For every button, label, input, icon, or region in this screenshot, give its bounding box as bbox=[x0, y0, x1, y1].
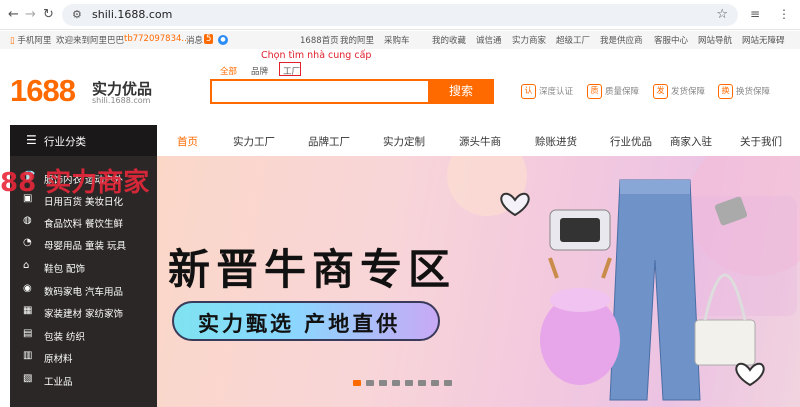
carousel-dot[interactable] bbox=[405, 380, 413, 386]
category-item-industrial[interactable]: ▧ 工业品 bbox=[10, 370, 157, 392]
topbar-link-my-ali[interactable]: 我的阿里 bbox=[340, 34, 374, 46]
food-icon: ◍ bbox=[23, 215, 32, 226]
search-button[interactable]: 搜索 bbox=[428, 79, 494, 104]
topbar-link-service[interactable]: 客服中心 bbox=[654, 34, 688, 46]
search-tab-brand[interactable]: 品牌 bbox=[251, 65, 268, 77]
topbar-link-super-factory[interactable]: 超级工厂 bbox=[556, 34, 590, 46]
clock-icon: 发 bbox=[653, 84, 668, 99]
home-icon: ▦ bbox=[23, 305, 33, 316]
carousel-dot[interactable] bbox=[379, 380, 387, 386]
back-icon[interactable]: ← bbox=[8, 7, 19, 23]
nav-home[interactable]: 首页 bbox=[177, 134, 198, 149]
carousel-dot[interactable] bbox=[418, 380, 426, 386]
messages-badge[interactable]: 5 bbox=[204, 34, 214, 44]
guarantee-shipping[interactable]: 发发货保障 bbox=[653, 84, 705, 99]
search-tab-all[interactable]: 全部 bbox=[220, 65, 237, 77]
topbar-link-favorites[interactable]: 我的收藏 bbox=[432, 34, 466, 46]
category-item-baby[interactable]: ◔ 母婴用品 童装 玩具 bbox=[10, 234, 157, 256]
topbar-link-accessibility[interactable]: 网站无障碍 bbox=[742, 34, 785, 46]
nav-merchant-join[interactable]: 商家入驻 bbox=[670, 134, 712, 149]
shoe-icon: ⌂ bbox=[23, 260, 30, 271]
banner-title: 新晋牛商专区 bbox=[168, 245, 457, 294]
logo-domain: shili.1688.com bbox=[92, 96, 151, 105]
logo-1688[interactable]: 1688 bbox=[10, 73, 76, 109]
nav-custom[interactable]: 实力定制 bbox=[383, 134, 425, 149]
messages-label[interactable]: 消息 bbox=[186, 34, 203, 46]
package-icon: ▤ bbox=[23, 328, 33, 339]
phone-link[interactable]: ▯ 手机阿里 bbox=[10, 34, 51, 46]
exchange-icon: 换 bbox=[718, 84, 733, 99]
browser-toolbar: ← → ↻ ⚙ shili.1688.com ☆ ≡ ⋮ bbox=[0, 0, 800, 30]
camera-icon: ◉ bbox=[23, 283, 32, 294]
guarantee-exchange[interactable]: 换换货保障 bbox=[718, 84, 770, 99]
carousel-dot[interactable] bbox=[431, 380, 439, 386]
annotation-label: Chọn tìm nhà cung cấp bbox=[261, 50, 372, 61]
nav-source-merchant[interactable]: 源头牛商 bbox=[459, 134, 501, 149]
quality-icon: 质 bbox=[587, 84, 602, 99]
nav-strong-factory[interactable]: 实力工厂 bbox=[233, 134, 275, 149]
baby-icon: ◔ bbox=[23, 237, 32, 248]
guarantee-quality[interactable]: 质质量保障 bbox=[587, 84, 639, 99]
shield-icon: 认 bbox=[521, 84, 536, 99]
category-item-home[interactable]: ▦ 家装建材 家纺家饰 bbox=[10, 302, 157, 324]
topbar-link-trustpass[interactable]: 诚信通 bbox=[476, 34, 502, 46]
topbar-link-supplier[interactable]: 我是供应商 bbox=[600, 34, 643, 46]
menu-kebab-icon[interactable]: ⋮ bbox=[778, 7, 790, 21]
notification-icon[interactable]: ● bbox=[218, 35, 228, 45]
banner-overlay-text: 88 实力商家 bbox=[0, 168, 150, 198]
nav-about[interactable]: 关于我们 bbox=[740, 134, 782, 149]
phone-icon: ▯ bbox=[10, 36, 15, 46]
username-link[interactable]: tb772097834... bbox=[124, 34, 190, 44]
topbar-link-cart[interactable]: 采购车 bbox=[384, 34, 410, 46]
category-item-materials[interactable]: ▥ 原材料 bbox=[10, 347, 157, 369]
address-bar[interactable]: ⚙ shili.1688.com ☆ bbox=[62, 4, 738, 26]
category-header-label: 行业分类 bbox=[44, 136, 86, 148]
category-item-digital[interactable]: ◉ 数码家电 汽车用品 bbox=[10, 280, 157, 302]
category-header[interactable]: ☰ 行业分类 bbox=[10, 125, 157, 156]
topbar-link-site-nav[interactable]: 网站导航 bbox=[698, 34, 732, 46]
topbar-link-strong-merchant[interactable]: 实力商家 bbox=[512, 34, 546, 46]
nav-brand-factory[interactable]: 品牌工厂 bbox=[308, 134, 350, 149]
banner-products-illustration bbox=[500, 179, 765, 401]
carousel-dot[interactable] bbox=[366, 380, 374, 386]
reload-icon[interactable]: ↻ bbox=[43, 7, 54, 23]
carousel-dot[interactable] bbox=[353, 380, 361, 386]
nav-credit-purchase[interactable]: 赊账进货 bbox=[535, 134, 577, 149]
top-link-bar: ▯ 手机阿里 欢迎来到阿里巴巴 tb772097834... 消息 5 ● 16… bbox=[0, 31, 800, 49]
bookmark-star-icon[interactable]: ☆ bbox=[716, 7, 728, 22]
playlist-icon[interactable]: ≡ bbox=[750, 7, 760, 21]
category-item-package[interactable]: ▤ 包装 纺织 bbox=[10, 325, 157, 347]
category-item-shoes[interactable]: ⌂ 鞋包 配饰 bbox=[10, 257, 157, 279]
carousel-dot[interactable] bbox=[392, 380, 400, 386]
forward-icon[interactable]: → bbox=[25, 7, 36, 23]
menu-icon: ☰ bbox=[26, 133, 37, 147]
category-item-food[interactable]: ◍ 食品饮料 餐饮生鲜 bbox=[10, 212, 157, 234]
search-tab-factory[interactable]: 工厂 bbox=[283, 65, 300, 77]
site-info-icon[interactable]: ⚙ bbox=[72, 8, 82, 21]
industry-icon: ▧ bbox=[23, 373, 33, 384]
search-input[interactable] bbox=[210, 79, 428, 104]
carousel-dot[interactable] bbox=[444, 380, 452, 386]
topbar-link-home[interactable]: 1688首页 bbox=[300, 34, 339, 46]
banner-pill-text: 实力甄选 产地直供 bbox=[198, 312, 401, 336]
url-text[interactable]: shili.1688.com bbox=[92, 8, 172, 21]
material-icon: ▥ bbox=[23, 350, 33, 361]
nav-industry-picks[interactable]: 行业优品 bbox=[610, 134, 652, 149]
guarantee-certified[interactable]: 认深度认证 bbox=[521, 84, 573, 99]
welcome-text: 欢迎来到阿里巴巴 bbox=[56, 36, 125, 46]
